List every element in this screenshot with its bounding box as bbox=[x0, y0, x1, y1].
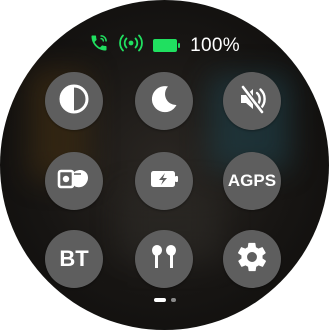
earbuds-button[interactable] bbox=[135, 230, 193, 288]
do-not-disturb-button[interactable] bbox=[135, 72, 193, 130]
mute-button[interactable] bbox=[223, 72, 281, 130]
battery-full-icon bbox=[153, 39, 181, 52]
watch-face: 100% AGPS BT bbox=[0, 0, 329, 330]
moon-icon bbox=[147, 82, 181, 121]
page-indicator[interactable] bbox=[0, 298, 329, 302]
brightness-button[interactable] bbox=[45, 72, 103, 130]
status-bar: 100% bbox=[0, 33, 329, 58]
speaker-muted-icon bbox=[235, 82, 269, 121]
wireless-signal-icon bbox=[119, 34, 143, 57]
contrast-icon bbox=[57, 82, 91, 121]
battery-percentage: 100% bbox=[190, 34, 240, 56]
bluetooth-button[interactable]: BT bbox=[45, 230, 103, 288]
power-saving-button[interactable] bbox=[135, 152, 193, 210]
wrist-raise-icon bbox=[56, 162, 92, 201]
settings-button[interactable] bbox=[223, 230, 281, 288]
phone-connected-icon bbox=[89, 33, 109, 58]
wrist-raise-button[interactable] bbox=[45, 152, 103, 210]
earbuds-icon bbox=[146, 240, 182, 279]
gear-icon bbox=[235, 240, 269, 279]
page-dot bbox=[170, 298, 176, 302]
battery-charging-icon bbox=[147, 162, 181, 201]
agps-label: AGPS bbox=[227, 171, 277, 190]
bluetooth-label: BT bbox=[59, 246, 89, 271]
agps-button[interactable]: AGPS bbox=[223, 152, 281, 210]
page-dot-active bbox=[153, 298, 166, 302]
